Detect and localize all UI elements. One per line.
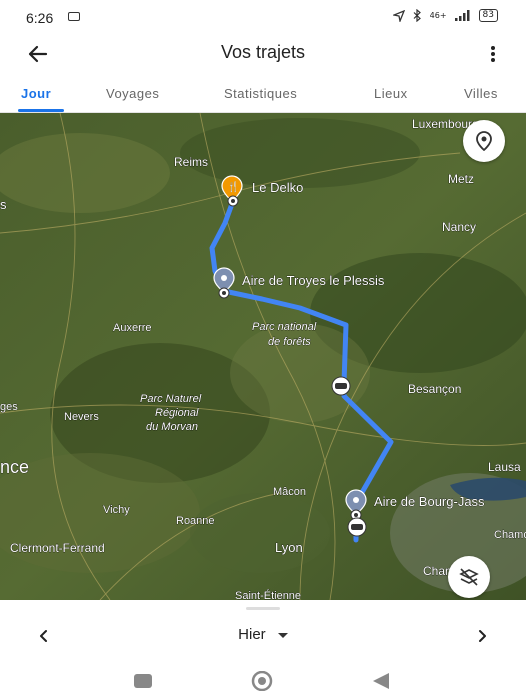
map-label-park-morvan-3: du Morvan <box>146 421 198 433</box>
status-bar: 6:26 46+ 83 <box>0 0 526 34</box>
page-title: Vos trajets <box>220 42 306 62</box>
home-button[interactable] <box>250 671 274 691</box>
map-label-reims: Reims <box>174 155 208 169</box>
map-label-lyon: Lyon <box>275 540 303 555</box>
map-label-park-morvan-2: Régional <box>155 407 199 419</box>
next-day-icon[interactable] <box>472 624 492 648</box>
place-label-le-delko[interactable]: Le Delko <box>252 180 304 196</box>
bluetooth-icon <box>413 9 421 22</box>
active-tab-indicator <box>18 109 64 112</box>
status-time: 6:26 <box>26 10 54 26</box>
satellite-map[interactable]: Luxembourg Reims Metz Nancy Auxerre Parc… <box>0 113 526 600</box>
location-pin-icon <box>476 131 492 151</box>
place-label-troyes[interactable]: Aire de Troyes le Plessis <box>242 273 385 289</box>
map-label-park-forets-1: Parc national <box>252 321 317 333</box>
map-label-lausanne: Lausa <box>488 460 521 474</box>
layers-off-icon <box>459 568 479 586</box>
map-label-paris-edge: s <box>0 197 7 212</box>
map-view[interactable]: Luxembourg Reims Metz Nancy Auxerre Parc… <box>0 113 526 600</box>
sheet-drag-handle[interactable] <box>246 607 280 610</box>
battery-indicator: 83 <box>478 9 498 22</box>
tab-jour[interactable]: Jour <box>21 86 51 101</box>
map-label-auxerre: Auxerre <box>113 322 152 334</box>
system-navigation-bar <box>0 664 526 700</box>
map-label-macon: Mâcon <box>273 486 306 498</box>
svg-text:🍴: 🍴 <box>227 180 239 193</box>
place-label-bourg[interactable]: Aire de Bourg-Jass <box>374 494 486 510</box>
network-type: 46+ <box>429 11 447 20</box>
map-label-france: nce <box>0 457 29 477</box>
map-label-ges-edge: ges <box>0 401 18 413</box>
app-bar: Vos trajets <box>0 34 526 74</box>
signal-icon <box>454 10 470 21</box>
map-label-nancy: Nancy <box>442 220 476 234</box>
map-label-park-morvan-1: Parc Naturel <box>140 393 202 405</box>
back-button[interactable] <box>372 673 390 689</box>
car-stop-marker[interactable] <box>331 376 351 396</box>
location-pin-button[interactable] <box>463 120 505 162</box>
tab-villes[interactable]: Villes <box>464 86 498 101</box>
map-label-nevers: Nevers <box>64 411 99 423</box>
day-label: Hier <box>238 626 266 643</box>
map-label-metz: Metz <box>448 172 474 186</box>
location-arrow-icon <box>392 9 405 22</box>
status-icons: 46+ 83 <box>392 9 498 22</box>
map-label-vichy: Vichy <box>103 504 130 516</box>
day-selector[interactable]: Hier <box>0 626 526 643</box>
more-options-icon[interactable] <box>490 44 496 64</box>
car-end-marker[interactable] <box>347 517 367 537</box>
day-navigator: Hier <box>0 620 526 652</box>
map-label-chamonix: Chamo <box>494 529 526 541</box>
tab-lieux[interactable]: Lieux <box>374 86 408 101</box>
layers-button[interactable] <box>448 556 490 598</box>
map-label-saint-etienne: Saint-Étienne <box>235 589 301 600</box>
notification-icon <box>68 12 80 21</box>
tab-statistiques[interactable]: Statistiques <box>224 86 297 101</box>
map-label-besancon: Besançon <box>408 382 461 396</box>
recent-apps-button[interactable] <box>134 674 152 688</box>
dropdown-arrow-icon <box>277 632 288 638</box>
tab-bar: Jour Voyages Statistiques Lieux Villes <box>0 78 526 113</box>
map-label-park-forets-2: de forêts <box>268 336 311 348</box>
map-label-roanne: Roanne <box>176 515 215 527</box>
tab-voyages[interactable]: Voyages <box>106 86 159 101</box>
map-label-clermont: Clermont-Ferrand <box>10 541 105 555</box>
